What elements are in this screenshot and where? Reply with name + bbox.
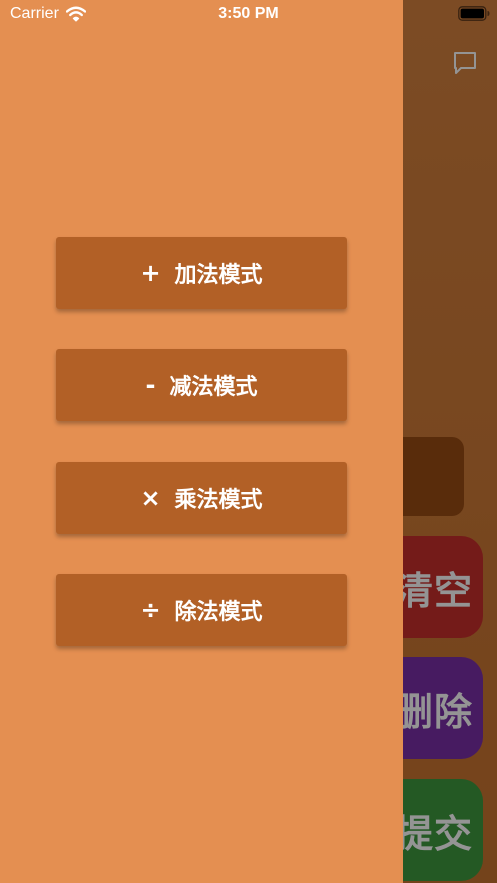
divide-icon: ÷: [140, 596, 161, 624]
mode-label: 减法模式: [169, 375, 258, 400]
mode-label: 除法模式: [174, 600, 263, 625]
multiplication-mode-button[interactable]: × 乘法模式: [56, 462, 347, 534]
status-bar: Carrier 3:50 PM: [0, 0, 497, 30]
minus-icon: -: [145, 371, 156, 399]
mode-label: 加法模式: [174, 263, 263, 288]
subtraction-mode-button[interactable]: - 减法模式: [56, 349, 347, 421]
times-icon: ×: [140, 484, 161, 512]
addition-mode-button[interactable]: + 加法模式: [56, 237, 347, 309]
plus-icon: +: [140, 259, 161, 287]
status-time: 3:50 PM: [218, 5, 279, 22]
mode-label: 乘法模式: [174, 488, 263, 513]
app-screen: 清空 删除 提交 + 加法模式 - 减法模式 × 乘法模式 ÷ 除法模式 Car…: [0, 0, 497, 883]
division-mode-button[interactable]: ÷ 除法模式: [56, 574, 347, 646]
mode-drawer: + 加法模式 - 减法模式 × 乘法模式 ÷ 除法模式: [0, 0, 403, 883]
battery-icon: [458, 6, 490, 21]
